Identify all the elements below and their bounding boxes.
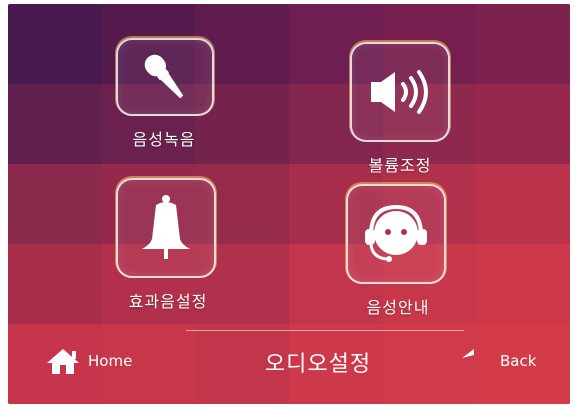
back-label: Back (500, 352, 537, 370)
sound-effect-button[interactable] (116, 178, 216, 278)
home-label: Home (88, 352, 133, 370)
back-arrow-icon (462, 349, 474, 358)
sound-effect-label: 효과음설정 (128, 292, 208, 311)
audio-settings-screen: 음성녹음 볼륨조정 효과음설정 음성안내 Home 오디오설정 Back (8, 4, 570, 404)
page-title: 오디오설정 (264, 352, 372, 377)
home-icon (47, 349, 79, 374)
voice-guide-label: 음성안내 (366, 298, 430, 317)
microphone-icon (144, 54, 184, 99)
volume-adjust-label: 볼륨조정 (368, 156, 432, 175)
voice-guide-button[interactable] (346, 184, 446, 284)
voice-record-button[interactable] (116, 38, 214, 116)
home-button[interactable]: Home (46, 347, 132, 375)
voice-record-label: 음성녹음 (132, 130, 196, 149)
divider-line (186, 330, 464, 331)
volume-adjust-button[interactable] (350, 42, 450, 142)
back-button[interactable]: Back (460, 347, 536, 375)
background-mosaic (8, 4, 570, 404)
headset-icon (365, 204, 427, 262)
bell-icon (142, 195, 190, 259)
speaker-volume-icon (371, 70, 428, 114)
